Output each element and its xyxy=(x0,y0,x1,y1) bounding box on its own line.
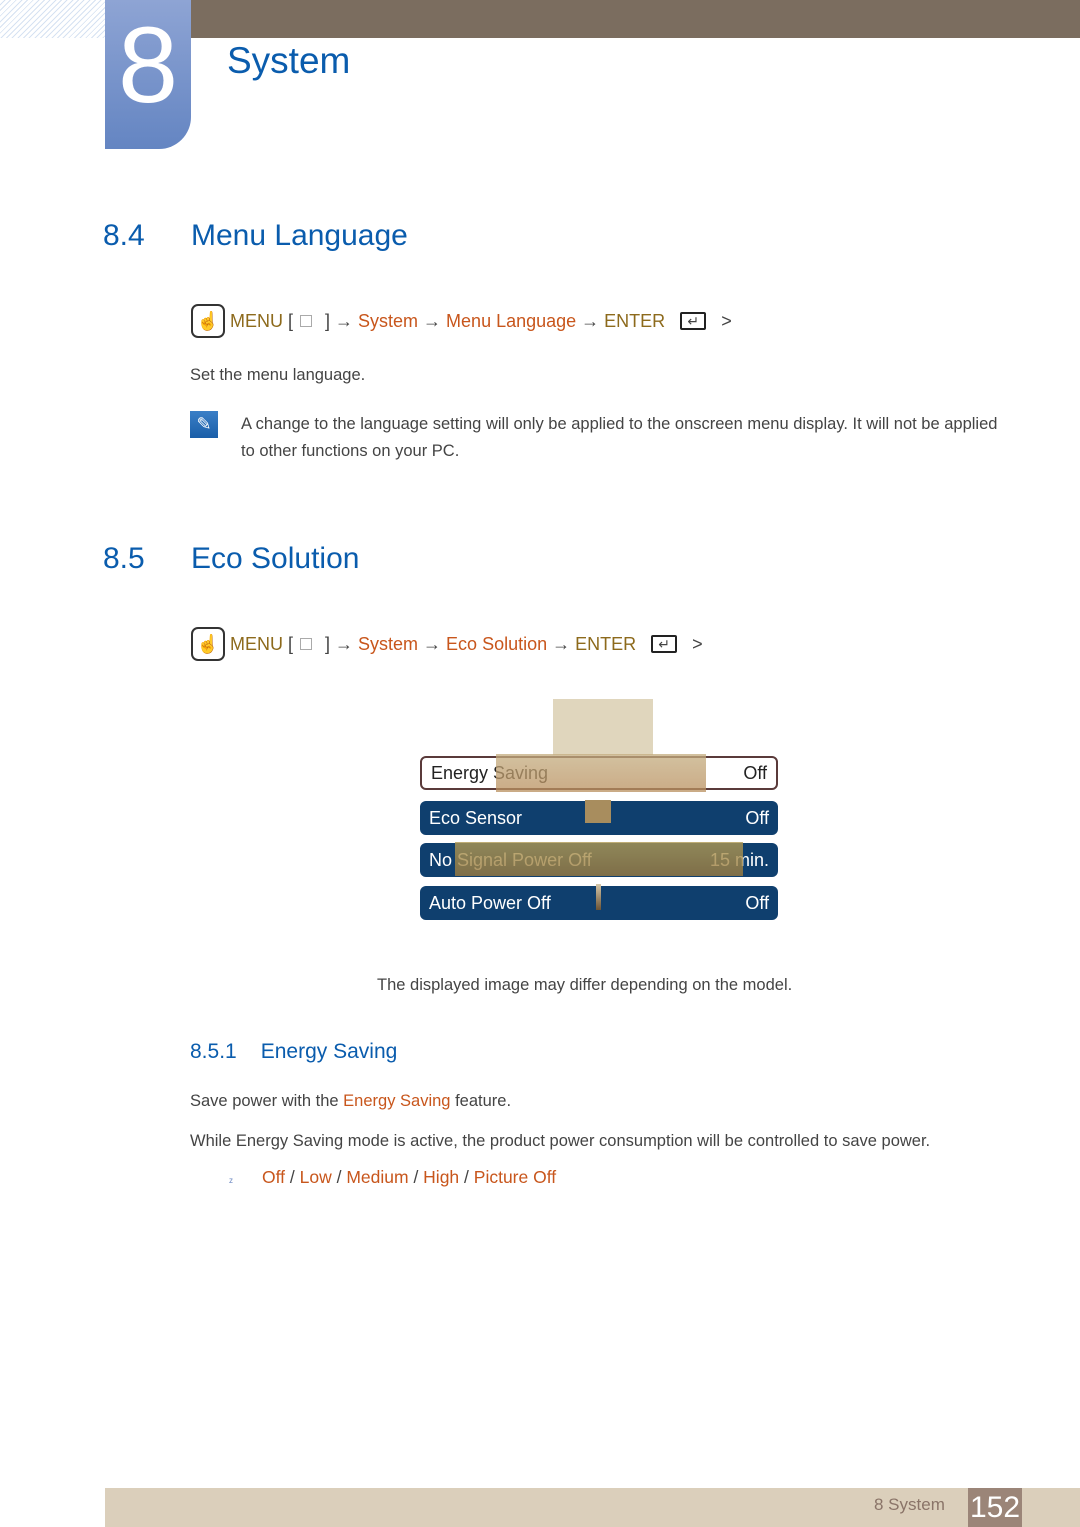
osd-decoration xyxy=(553,699,653,755)
energy-saving-options: Off / Low / Medium / High / Picture Off xyxy=(262,1167,557,1187)
section-8-5-1-heading: 8.5.1 Energy Saving xyxy=(190,1040,398,1063)
osd-overlay xyxy=(455,842,743,876)
header-bar xyxy=(190,0,1080,38)
header-pattern xyxy=(0,0,105,38)
note-icon: ✎ xyxy=(190,411,218,438)
osd-overlay xyxy=(585,800,611,823)
chapter-title: System xyxy=(227,40,351,81)
hand-icon: ☝ xyxy=(191,627,225,661)
bullet-icon: z xyxy=(229,1176,233,1185)
enter-icon: ↵ xyxy=(651,635,678,653)
page-number: 152 xyxy=(968,1488,1022,1527)
section-8-5-heading: 8.5 Eco Solution xyxy=(103,542,360,575)
menu-button-icon xyxy=(300,638,313,650)
image-caption: The displayed image may differ depending… xyxy=(377,976,793,994)
footer-chapter: 8 System xyxy=(874,1495,945,1514)
menu-path-8-4: ☝ MENU [] → System → Menu Language → ENT… xyxy=(191,304,732,338)
chapter-number: 8 xyxy=(105,0,191,149)
menu-path-8-5: ☝ MENU [] → System → Eco Solution → ENTE… xyxy=(191,627,703,661)
osd-overlay xyxy=(496,754,706,792)
osd-overlay xyxy=(596,884,601,910)
energy-saving-intro: Save power with the Energy Saving featur… xyxy=(190,1092,512,1110)
note-text: A change to the language setting will on… xyxy=(241,415,998,460)
energy-saving-description: While Energy Saving mode is active, the … xyxy=(190,1132,931,1150)
enter-icon: ↵ xyxy=(680,312,707,330)
menu-button-icon xyxy=(300,315,313,327)
section-8-4-heading: 8.4 Menu Language xyxy=(103,219,408,252)
section-8-4-description: Set the menu language. xyxy=(190,366,366,384)
hand-icon: ☝ xyxy=(191,304,225,338)
